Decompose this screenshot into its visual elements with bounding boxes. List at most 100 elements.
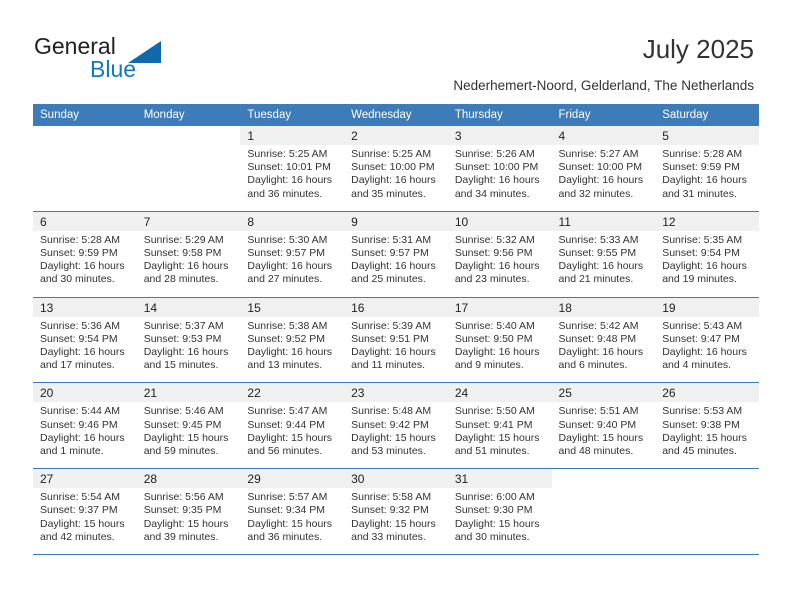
- day-number-25[interactable]: 25: [551, 383, 656, 403]
- day-detail-line: and 36 minutes.: [247, 187, 323, 200]
- day-cell-1[interactable]: Sunrise: 5:25 AM Sunset: 10:01 PM Daylight…: [240, 145, 345, 211]
- logo-text-blue: Blue: [90, 56, 137, 82]
- day-detail-line: Sunset: 9:59 PM: [40, 247, 118, 260]
- day-number-6[interactable]: 6: [33, 211, 137, 231]
- day-cell-25[interactable]: Sunrise: 5:51 AM Sunset: 9:40 PM Daylight:…: [551, 402, 656, 469]
- day-detail-line: and 23 minutes.: [454, 273, 530, 286]
- day-cell-28[interactable]: Sunrise: 5:56 AM Sunset: 9:35 PM Daylight:…: [136, 488, 241, 555]
- day-number-14[interactable]: 14: [136, 297, 241, 317]
- general-blue-logo[interactable]: General Blue: [34, 33, 214, 85]
- day-cell-3[interactable]: Sunrise: 5:26 AM Sunset: 10:00 PM Daylight…: [447, 145, 552, 211]
- day-detail-line: Sunset: 10:00 PM: [351, 161, 435, 174]
- day-cell-29[interactable]: Sunrise: 5:57 AM Sunset: 9:34 PM Daylight:…: [240, 488, 345, 555]
- day-detail-line: and 45 minutes.: [662, 445, 737, 458]
- day-number-13[interactable]: 13: [33, 297, 137, 317]
- day-cell-27[interactable]: Sunrise: 5:54 AM Sunset: 9:37 PM Daylight:…: [33, 488, 137, 555]
- day-detail-line: Daylight: 16 hours: [558, 174, 644, 187]
- day-number-2[interactable]: 2: [344, 126, 448, 145]
- day-detail-line: Daylight: 15 hours: [247, 517, 333, 530]
- day-cell-26[interactable]: Sunrise: 5:53 AM Sunset: 9:38 PM Daylight:…: [655, 402, 759, 469]
- day-cell-5[interactable]: Sunrise: 5:28 AM Sunset: 9:59 PM Daylight:…: [655, 145, 759, 211]
- page-title: July 2025: [642, 34, 754, 64]
- day-detail-line: Sunset: 9:42 PM: [351, 418, 429, 431]
- day-empty: [551, 469, 656, 489]
- day-number-3[interactable]: 3: [447, 126, 552, 145]
- day-cell-30[interactable]: Sunrise: 5:58 AM Sunset: 9:32 PM Daylight:…: [344, 488, 448, 555]
- day-cell-9[interactable]: Sunrise: 5:31 AM Sunset: 9:57 PM Daylight:…: [344, 230, 448, 297]
- day-number-19[interactable]: 19: [655, 297, 759, 317]
- day-number-12[interactable]: 12: [655, 211, 759, 231]
- day-cell-21[interactable]: Sunrise: 5:46 AM Sunset: 9:45 PM Daylight:…: [136, 402, 241, 469]
- week-separator: [33, 554, 759, 556]
- day-detail-line: Daylight: 16 hours: [247, 174, 333, 187]
- day-number-17[interactable]: 17: [447, 297, 552, 317]
- day-detail-line: Sunset: 10:01 PM: [247, 161, 331, 174]
- day-number-20[interactable]: 20: [33, 383, 137, 403]
- day-cell-6[interactable]: Sunrise: 5:28 AM Sunset: 9:59 PM Daylight:…: [33, 230, 137, 297]
- day-number-29[interactable]: 29: [240, 469, 345, 489]
- day-detail-line: Sunrise: 5:29 AM: [143, 233, 224, 246]
- day-detail-line: and 15 minutes.: [143, 359, 219, 372]
- day-cell-16[interactable]: Sunrise: 5:39 AM Sunset: 9:51 PM Daylight:…: [344, 316, 448, 383]
- day-number-23[interactable]: 23: [344, 383, 448, 403]
- day-number-22[interactable]: 22: [240, 383, 345, 403]
- day-cell-12[interactable]: Sunrise: 5:35 AM Sunset: 9:54 PM Daylight:…: [655, 230, 759, 297]
- day-detail-line: Sunrise: 5:54 AM: [40, 491, 120, 504]
- day-number-30[interactable]: 30: [344, 469, 448, 489]
- day-cell-15[interactable]: Sunrise: 5:38 AM Sunset: 9:52 PM Daylight:…: [240, 316, 345, 383]
- day-cell-17[interactable]: Sunrise: 5:40 AM Sunset: 9:50 PM Daylight:…: [447, 316, 552, 383]
- day-number-27[interactable]: 27: [33, 469, 137, 489]
- week-daynumber-row: 13 14 15 16 17 18 19: [33, 297, 759, 317]
- day-number-1[interactable]: 1: [240, 126, 345, 145]
- day-cell-10[interactable]: Sunrise: 5:32 AM Sunset: 9:56 PM Daylight:…: [447, 230, 552, 297]
- day-cell-11[interactable]: Sunrise: 5:33 AM Sunset: 9:55 PM Daylight:…: [551, 230, 656, 297]
- day-cell-24[interactable]: Sunrise: 5:50 AM Sunset: 9:41 PM Daylight:…: [447, 402, 552, 469]
- day-detail-line: Sunrise: 5:28 AM: [662, 148, 743, 160]
- day-cell-8[interactable]: Sunrise: 5:30 AM Sunset: 9:57 PM Daylight:…: [240, 230, 345, 297]
- day-detail-line: and 13 minutes.: [247, 359, 323, 372]
- day-cell-7[interactable]: Sunrise: 5:29 AM Sunset: 9:58 PM Daylight:…: [136, 230, 241, 297]
- day-number-24[interactable]: 24: [447, 383, 552, 403]
- day-number-18[interactable]: 18: [551, 297, 656, 317]
- day-number-11[interactable]: 11: [551, 211, 656, 231]
- day-detail-line: and 31 minutes.: [662, 187, 737, 200]
- day-detail-line: Daylight: 16 hours: [143, 346, 229, 359]
- day-cell-20[interactable]: Sunrise: 5:44 AM Sunset: 9:46 PM Daylight:…: [33, 402, 137, 469]
- day-detail-line: Sunset: 9:58 PM: [143, 247, 222, 260]
- day-number-4[interactable]: 4: [551, 126, 656, 145]
- day-cell-23[interactable]: Sunrise: 5:48 AM Sunset: 9:42 PM Daylight:…: [344, 402, 448, 469]
- day-number-31[interactable]: 31: [447, 469, 552, 489]
- day-cell-2[interactable]: Sunrise: 5:25 AM Sunset: 10:00 PM Daylight…: [344, 145, 448, 211]
- day-detail-line: Sunset: 9:56 PM: [454, 247, 533, 260]
- day-detail-line: and 34 minutes.: [454, 187, 530, 200]
- day-detail-line: Sunset: 10:00 PM: [558, 161, 642, 174]
- day-detail-line: Sunrise: 5:39 AM: [351, 319, 432, 332]
- day-number-7[interactable]: 7: [136, 211, 241, 231]
- day-number-28[interactable]: 28: [136, 469, 241, 489]
- day-cell-4[interactable]: Sunrise: 5:27 AM Sunset: 10:00 PM Daylight…: [551, 145, 656, 211]
- day-number-16[interactable]: 16: [344, 297, 448, 317]
- day-detail-line: Sunrise: 5:46 AM: [143, 405, 224, 418]
- weekday-header-friday: Friday: [551, 104, 656, 126]
- day-detail-line: Daylight: 16 hours: [662, 260, 747, 273]
- day-number-10[interactable]: 10: [447, 211, 552, 231]
- day-detail-line: Sunset: 9:44 PM: [247, 418, 326, 431]
- day-number-9[interactable]: 9: [344, 211, 448, 231]
- day-detail-line: Sunrise: 5:35 AM: [662, 233, 743, 246]
- day-number-21[interactable]: 21: [136, 383, 241, 403]
- day-number-5[interactable]: 5: [655, 126, 759, 145]
- day-detail-line: Daylight: 16 hours: [454, 346, 540, 359]
- day-cell-13[interactable]: Sunrise: 5:36 AM Sunset: 9:54 PM Daylight:…: [33, 316, 137, 383]
- day-number-15[interactable]: 15: [240, 297, 345, 317]
- day-detail-line: Sunset: 9:37 PM: [40, 504, 118, 517]
- day-number-8[interactable]: 8: [240, 211, 345, 231]
- day-cell-14[interactable]: Sunrise: 5:37 AM Sunset: 9:53 PM Daylight:…: [136, 316, 241, 383]
- day-cell-19[interactable]: Sunrise: 5:43 AM Sunset: 9:47 PM Daylight:…: [655, 316, 759, 383]
- week-info-row: Sunrise: 5:44 AM Sunset: 9:46 PM Daylight:…: [33, 402, 759, 469]
- day-detail-line: Sunrise: 5:40 AM: [454, 319, 535, 332]
- day-cell-18[interactable]: Sunrise: 5:42 AM Sunset: 9:48 PM Daylight:…: [551, 316, 656, 383]
- day-number-26[interactable]: 26: [655, 383, 759, 403]
- day-detail-line: Sunrise: 5:42 AM: [558, 319, 639, 332]
- day-cell-31[interactable]: Sunrise: 6:00 AM Sunset: 9:30 PM Daylight:…: [447, 488, 552, 555]
- day-cell-22[interactable]: Sunrise: 5:47 AM Sunset: 9:44 PM Daylight:…: [240, 402, 345, 469]
